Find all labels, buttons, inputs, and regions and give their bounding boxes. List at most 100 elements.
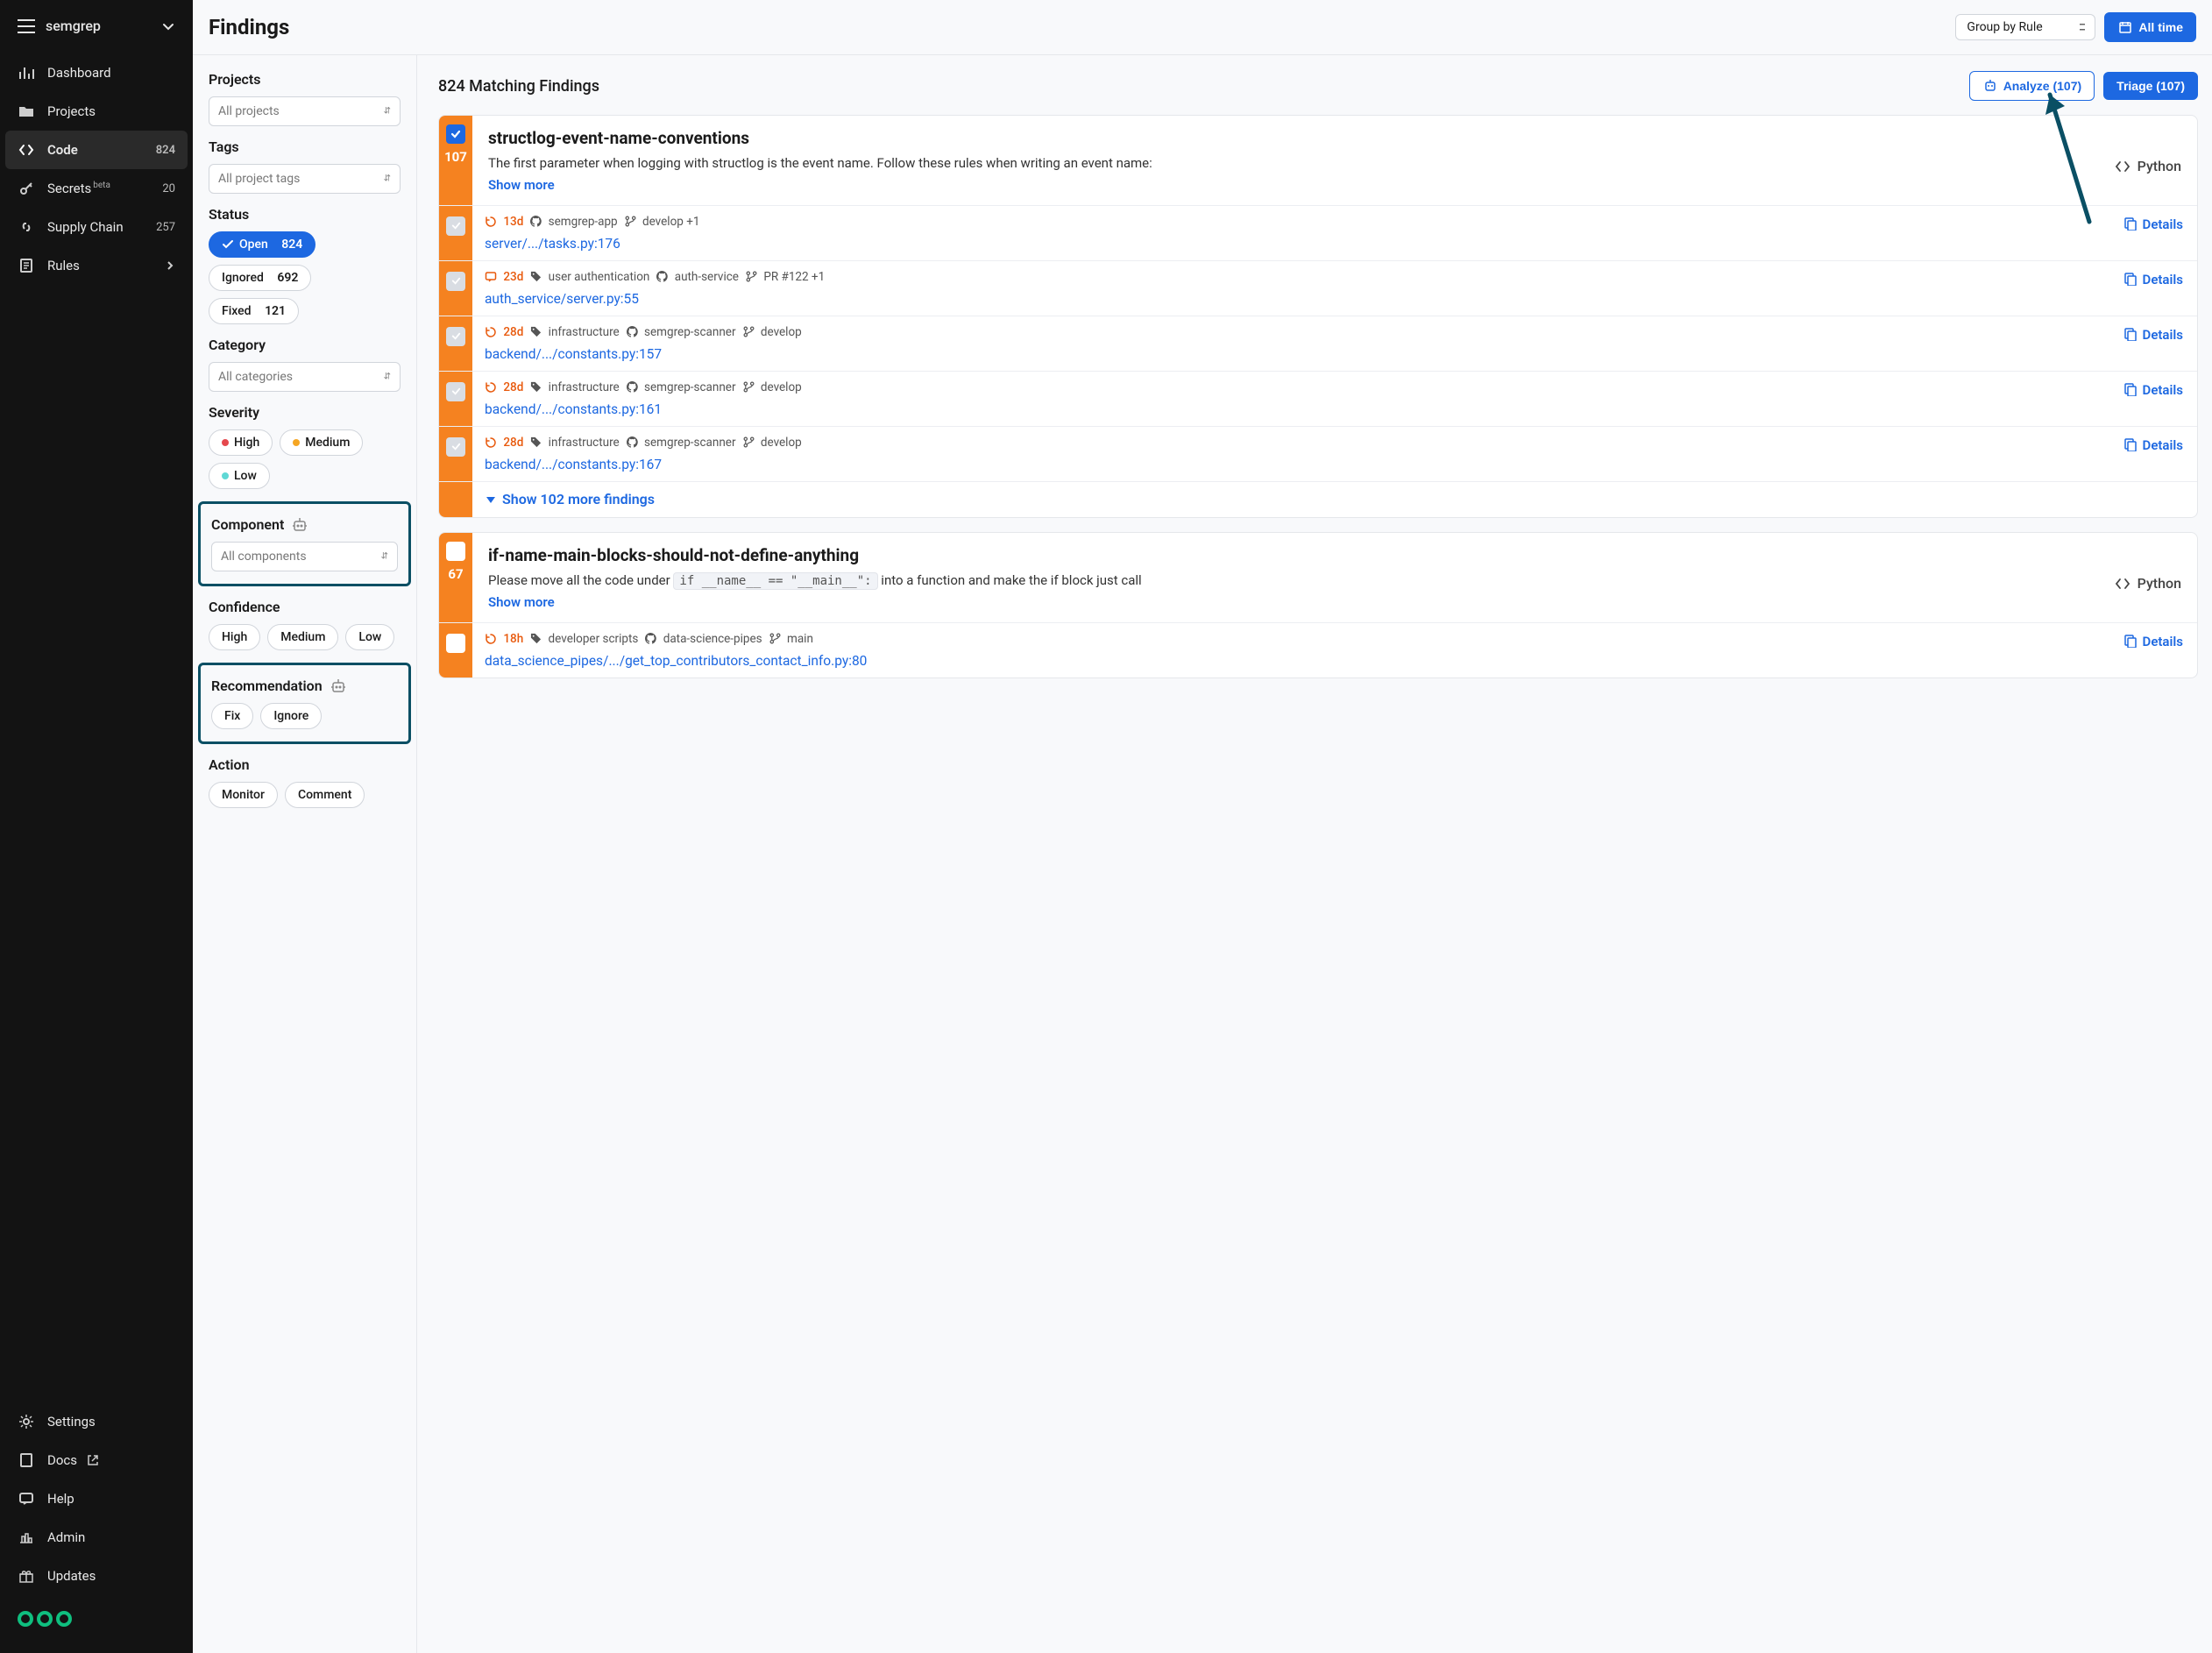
nav-supply-chain[interactable]: Supply Chain 257	[0, 208, 193, 246]
rule-card: 107 structlog-event-name-conventions The…	[438, 115, 2198, 518]
projects-select[interactable]: All projects	[209, 96, 401, 126]
details-button[interactable]: Details	[2115, 261, 2197, 316]
finding-row: 13d semgrep-app develop +1 server/.../ta…	[439, 205, 2197, 260]
action-comment-chip[interactable]: Comment	[285, 782, 365, 808]
rule-count: 107	[444, 149, 467, 165]
nav-dashboard[interactable]: Dashboard	[0, 53, 193, 92]
robot-icon	[1982, 78, 1998, 94]
severity-medium-chip[interactable]: Medium	[280, 429, 363, 456]
finding-path[interactable]: data_science_pipes/.../get_top_contribut…	[485, 653, 2102, 669]
chevron-right-icon	[165, 260, 175, 271]
status-open-chip[interactable]: Open 824	[209, 231, 315, 258]
sidebar: semgrep Dashboard Projects Code 824	[0, 0, 193, 1653]
nav-projects[interactable]: Projects	[0, 92, 193, 131]
external-link-icon	[84, 1451, 102, 1469]
brand-row[interactable]: semgrep	[0, 0, 193, 50]
finding-checkbox[interactable]	[446, 327, 465, 346]
severity-low-chip[interactable]: Low	[209, 463, 270, 489]
finding-path[interactable]: server/.../tasks.py:176	[485, 236, 2102, 252]
rule-card: 67 if-name-main-blocks-should-not-define…	[438, 532, 2198, 678]
finding-age: 13d	[485, 215, 523, 229]
show-more-link[interactable]: Show more	[488, 594, 555, 610]
finding-row: 28d infrastructure semgrep-scanner devel…	[439, 316, 2197, 371]
finding-path[interactable]: backend/.../constants.py:157	[485, 346, 2102, 362]
finding-checkbox[interactable]	[446, 382, 465, 401]
menu-icon[interactable]	[18, 19, 35, 33]
nav-help[interactable]: Help	[0, 1479, 193, 1518]
confidence-low-chip[interactable]: Low	[345, 624, 394, 650]
gear-icon	[18, 1413, 35, 1430]
details-button[interactable]: Details	[2115, 623, 2197, 678]
details-button[interactable]: Details	[2115, 316, 2197, 371]
nav-docs[interactable]: Docs	[0, 1441, 193, 1479]
category-select[interactable]: All categories	[209, 362, 401, 392]
finding-row: 23d user authentication auth-service PR …	[439, 260, 2197, 316]
finding-path[interactable]: backend/.../constants.py:167	[485, 457, 2102, 472]
analyze-button[interactable]: Analyze (107)	[1969, 71, 2095, 101]
show-more-findings-row[interactable]: Show 102 more findings	[439, 481, 2197, 517]
filters-panel: Projects All projects Tags All project t…	[193, 55, 417, 1653]
code-icon	[2115, 159, 2130, 174]
calendar-icon	[2117, 19, 2133, 35]
rule-title: structlog-event-name-conventions	[488, 128, 2090, 148]
group-by-select[interactable]: Group by Rule	[1955, 14, 2095, 40]
nav-settings[interactable]: Settings	[0, 1402, 193, 1441]
finding-checkbox[interactable]	[446, 634, 465, 653]
language-tag: Python	[2106, 116, 2197, 205]
nav-rules[interactable]: Rules	[0, 246, 193, 285]
confidence-medium-chip[interactable]: Medium	[267, 624, 338, 650]
filter-confidence-heading: Confidence	[209, 599, 401, 615]
supply-count-badge: 257	[156, 221, 175, 234]
finding-age: 28d	[485, 325, 523, 339]
details-button[interactable]: Details	[2115, 372, 2197, 426]
triage-button[interactable]: Triage (107)	[2103, 72, 2198, 100]
link-icon	[18, 218, 35, 236]
action-monitor-chip[interactable]: Monitor	[209, 782, 278, 808]
robot-icon	[330, 679, 347, 693]
results-panel: 824 Matching Findings Analyze (107) Tria…	[417, 55, 2212, 1653]
results-heading: 824 Matching Findings	[438, 77, 599, 96]
filter-action-heading: Action	[209, 756, 401, 773]
all-time-button[interactable]: All time	[2104, 12, 2196, 42]
nav-code[interactable]: Code 824	[5, 131, 188, 169]
nav-secrets[interactable]: Secretsbeta 20	[0, 169, 193, 208]
finding-path[interactable]: backend/.../constants.py:161	[485, 401, 2102, 417]
rule-checkbox[interactable]	[446, 124, 465, 144]
confidence-high-chip[interactable]: High	[209, 624, 260, 650]
finding-row: 28d infrastructure semgrep-scanner devel…	[439, 426, 2197, 481]
show-more-link[interactable]: Show more	[488, 177, 555, 193]
finding-row: 18h developer scripts data-science-pipes…	[439, 622, 2197, 678]
details-button[interactable]: Details	[2115, 427, 2197, 481]
finding-checkbox[interactable]	[446, 216, 465, 236]
finding-row: 28d infrastructure semgrep-scanner devel…	[439, 371, 2197, 426]
component-select[interactable]: All components	[211, 542, 398, 571]
status-fixed-chip[interactable]: Fixed 121	[209, 298, 299, 324]
nav-updates[interactable]: Updates	[0, 1557, 193, 1595]
filter-status-heading: Status	[209, 206, 401, 223]
filter-projects-heading: Projects	[209, 71, 401, 88]
caret-down-icon	[485, 493, 497, 506]
rec-fix-chip[interactable]: Fix	[211, 703, 253, 729]
severity-high-chip[interactable]: High	[209, 429, 273, 456]
chevron-down-icon[interactable]	[161, 19, 175, 33]
help-icon	[18, 1490, 35, 1508]
rec-ignore-chip[interactable]: Ignore	[260, 703, 322, 729]
finding-checkbox[interactable]	[446, 272, 465, 291]
rule-description: Please move all the code under if __name…	[488, 571, 2090, 591]
book-icon	[18, 1451, 35, 1469]
status-ignored-chip[interactable]: Ignored 692	[209, 265, 311, 291]
filter-component-heading: Component	[211, 516, 398, 533]
details-button[interactable]: Details	[2115, 206, 2197, 260]
tags-select[interactable]: All project tags	[209, 164, 401, 194]
admin-icon	[18, 1529, 35, 1546]
code-icon	[18, 141, 35, 159]
nav-admin[interactable]: Admin	[0, 1518, 193, 1557]
folder-icon	[18, 103, 35, 120]
rule-select-column: 107	[439, 116, 472, 205]
finding-age: 28d	[485, 380, 523, 394]
document-icon	[18, 257, 35, 274]
finding-path[interactable]: auth_service/server.py:55	[485, 291, 2102, 307]
finding-checkbox[interactable]	[446, 437, 465, 457]
rule-checkbox[interactable]	[446, 542, 465, 561]
language-tag: Python	[2106, 533, 2197, 622]
